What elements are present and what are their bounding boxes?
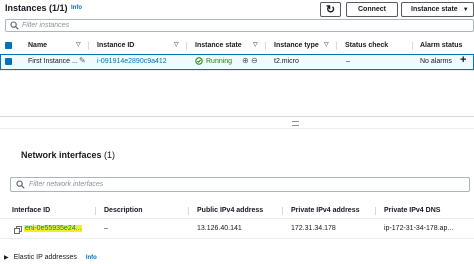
panel-splitter[interactable] (0, 116, 474, 129)
private-dns-value: ip-172-31-34-178.ap... (384, 225, 454, 232)
row-checkbox[interactable] (5, 58, 12, 65)
instance-row[interactable]: First Instance ... ✎ i-091914e2890c9a412… (0, 54, 474, 70)
column-header-private-ipv4[interactable]: Private IPv4 address (291, 207, 360, 214)
running-status-icon (195, 57, 203, 67)
refresh-button[interactable]: ↻ (320, 2, 341, 17)
instance-state-button-label: Instance state (411, 6, 458, 13)
private-ipv4-value: 172.31.34.178 (291, 225, 336, 232)
connect-button[interactable]: Connect (346, 2, 398, 17)
instance-state-value: Running (206, 58, 233, 65)
elastic-ip-section[interactable]: ▶ Elastic IP addresses Info (4, 254, 97, 264)
network-interface-row: eni-0e55935e24... – 13.126.40.141 172.31… (0, 222, 474, 239)
column-header-alarm-status[interactable]: Alarm status (420, 42, 462, 49)
interface-id-link[interactable]: eni-0e55935e24... (24, 225, 83, 232)
network-interfaces-title: Network interfaces (1) (21, 150, 115, 160)
filter-network-interfaces-placeholder: Filter network interfaces (29, 181, 104, 188)
network-interfaces-count: (1) (104, 150, 116, 160)
column-header-private-dns[interactable]: Private IPv4 DNS (384, 207, 440, 214)
sort-icon[interactable]: ▽ (253, 41, 258, 48)
divider (0, 70, 474, 71)
instances-count: (1/1) (49, 3, 68, 13)
instances-info-link[interactable]: Info (71, 5, 82, 11)
caret-down-icon: ▼ (462, 6, 469, 13)
interface-description: – (104, 225, 108, 232)
copy-icon[interactable] (14, 226, 22, 236)
column-header-instance-state[interactable]: Instance state (195, 42, 242, 49)
select-all-checkbox[interactable] (5, 42, 12, 49)
add-alarm-icon[interactable]: + (460, 54, 466, 66)
search-icon (16, 180, 25, 191)
elastic-ip-info-link[interactable]: Info (86, 255, 97, 261)
column-header-interface-id[interactable]: Interface ID (12, 207, 50, 214)
drag-handle-icon[interactable] (292, 121, 299, 126)
instance-type-value: t2.micro (274, 58, 299, 65)
sort-icon[interactable]: ▽ (174, 41, 179, 48)
instances-title: Instances (1/1) (5, 3, 68, 13)
instance-name: First Instance ... (28, 58, 78, 65)
instances-title-text: Instances (5, 3, 47, 13)
column-header-public-ipv4[interactable]: Public IPv4 address (197, 207, 263, 214)
instance-state-button[interactable]: Instance state ▼ (401, 2, 474, 17)
zoom-out-icon[interactable]: ⊖ (251, 56, 258, 65)
column-header-instance-id[interactable]: Instance ID (97, 42, 134, 49)
column-header-instance-type[interactable]: Instance type (274, 42, 319, 49)
network-table-header: Interface ID Description Public IPv4 add… (0, 204, 474, 219)
instances-table-header: Name ▽ Instance ID ▽ Instance state ▽ In… (0, 37, 474, 54)
zoom-in-icon[interactable]: ⊕ (242, 56, 249, 65)
edit-name-icon[interactable]: ✎ (79, 56, 86, 65)
sort-icon[interactable]: ▽ (324, 41, 329, 48)
public-ipv4-value: 13.126.40.141 (197, 225, 242, 232)
search-icon (10, 21, 19, 32)
sort-icon[interactable]: ▽ (76, 41, 81, 48)
status-check-value: – (346, 58, 350, 65)
filter-network-interfaces-input[interactable]: Filter network interfaces (10, 177, 470, 192)
caret-right-icon[interactable]: ▶ (4, 255, 9, 261)
filter-instances-placeholder: Filter instances (22, 22, 70, 29)
instance-id-link[interactable]: i-091914e2890c9a412 (97, 58, 167, 65)
column-header-name[interactable]: Name (28, 42, 47, 49)
column-header-status-check[interactable]: Status check (345, 42, 388, 49)
alarm-status-value: No alarms (420, 58, 452, 65)
refresh-icon: ↻ (325, 4, 336, 16)
filter-instances-input[interactable]: Filter instances (5, 19, 474, 32)
network-interfaces-title-text: Network interfaces (21, 150, 102, 160)
elastic-ip-label: Elastic IP addresses (13, 254, 77, 261)
column-header-description[interactable]: Description (104, 207, 143, 214)
